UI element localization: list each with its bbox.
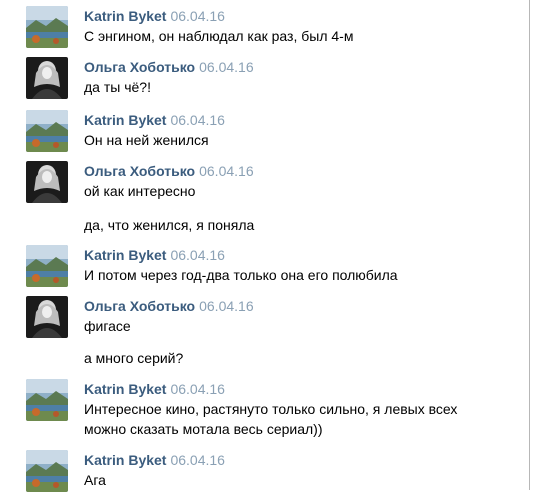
message-text: а много серий? (84, 350, 184, 366)
message-author[interactable]: Katrin Byket 06.04.16 (84, 8, 225, 25)
landscape-avatar-icon[interactable] (26, 245, 68, 287)
scrollbar-track[interactable] (529, 0, 543, 490)
message-author[interactable]: Ольга Хоботько 06.04.16 (84, 163, 254, 180)
landscape-avatar-icon[interactable] (26, 450, 68, 492)
author-name[interactable]: Katrin Byket (84, 452, 166, 468)
message-author[interactable]: Katrin Byket 06.04.16 (84, 247, 225, 264)
message-author[interactable]: Katrin Byket 06.04.16 (84, 112, 225, 129)
message-date[interactable]: 06.04.16 (199, 163, 254, 179)
landscape-avatar-icon[interactable] (26, 379, 68, 421)
message-author[interactable]: Ольга Хоботько 06.04.16 (84, 298, 254, 315)
portrait-avatar-icon[interactable] (26, 57, 68, 99)
message-date[interactable]: 06.04.16 (199, 59, 254, 75)
message-text: можно сказать мотала весь сериал)) (84, 421, 323, 437)
message-author[interactable]: Katrin Byket 06.04.16 (84, 452, 225, 469)
author-name[interactable]: Katrin Byket (84, 112, 166, 128)
author-name[interactable]: Katrin Byket (84, 381, 166, 397)
author-name[interactable]: Katrin Byket (84, 247, 166, 263)
portrait-avatar-icon[interactable] (26, 296, 68, 338)
author-name[interactable]: Ольга Хоботько (84, 59, 195, 75)
message-author[interactable]: Katrin Byket 06.04.16 (84, 381, 225, 398)
landscape-avatar-icon[interactable] (26, 6, 68, 48)
author-name[interactable]: Ольга Хоботько (84, 298, 195, 314)
message-text: ой как интересно (84, 183, 196, 199)
message-date[interactable]: 06.04.16 (170, 452, 225, 468)
message-text: да ты чё?! (84, 79, 151, 95)
author-name[interactable]: Ольга Хоботько (84, 163, 195, 179)
message-text: И потом через год-два только она его пол… (84, 267, 398, 283)
message-date[interactable]: 06.04.16 (170, 247, 225, 263)
portrait-avatar-icon[interactable] (26, 161, 68, 203)
author-name[interactable]: Katrin Byket (84, 8, 166, 24)
message-text: С энгином, он наблюдал как раз, был 4-м (84, 28, 354, 44)
message-author[interactable]: Ольга Хоботько 06.04.16 (84, 59, 254, 76)
message-text: Интересное кино, растянуто только сильно… (84, 401, 458, 417)
message-date[interactable]: 06.04.16 (170, 381, 225, 397)
message-date[interactable]: 06.04.16 (170, 112, 225, 128)
message-text: Он на ней женился (84, 132, 209, 148)
message-history: Katrin Byket 06.04.16 С энгином, он наблю… (0, 0, 530, 492)
message-text: Ага (84, 472, 106, 488)
message-text: фигасе (84, 318, 131, 334)
message-date[interactable]: 06.04.16 (170, 8, 225, 24)
message-date[interactable]: 06.04.16 (199, 298, 254, 314)
message-text: да, что женился, я поняла (84, 217, 255, 233)
landscape-avatar-icon[interactable] (26, 110, 68, 152)
